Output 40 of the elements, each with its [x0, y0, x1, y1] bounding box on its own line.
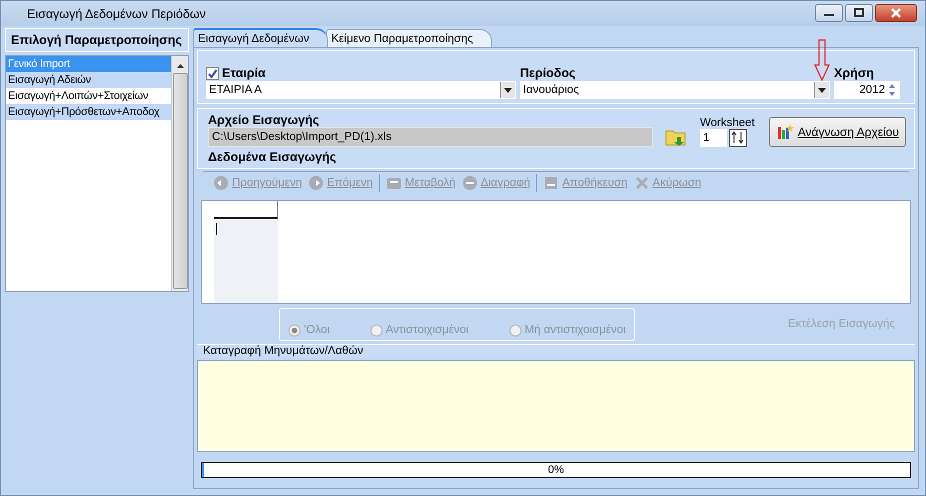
radio-icon: [508, 324, 522, 336]
maximize-button[interactable]: [845, 4, 873, 22]
list-item[interactable]: Εισαγωγή+Πρόσθετων+Αποδοχ: [6, 104, 171, 120]
cross-icon: [634, 175, 650, 191]
log-header: Καταγραφή Μηνυμάτων/Λαθών: [197, 344, 915, 358]
period-dropdown[interactable]: Ιανουάριος: [520, 81, 830, 99]
read-file-button[interactable]: Ανάγνωση Αρχείου: [768, 117, 906, 147]
close-button[interactable]: [875, 4, 917, 22]
progress-text: 0%: [548, 463, 564, 477]
dropdown-icon[interactable]: [504, 88, 512, 92]
save-icon: [543, 175, 560, 191]
tab[interactable]: Κείμενο Παραμετροποίησης: [326, 29, 492, 47]
scroll-up-icon[interactable]: [176, 63, 184, 69]
checkbox[interactable]: [206, 66, 219, 80]
minus-icon: [462, 175, 478, 191]
worksheet-field[interactable]: 1: [700, 129, 727, 147]
radio-icon: [288, 324, 301, 336]
edit-icon: [386, 175, 402, 191]
company-dropdown[interactable]: ΕΤΑΙΡΙΑ Α: [206, 81, 516, 99]
field-label: Αρχείο Εισαγωγής: [208, 113, 320, 127]
scrollbar[interactable]: [171, 56, 188, 291]
dropdown-icon[interactable]: [818, 88, 826, 92]
tab[interactable]: Εισαγωγή Δεδομένων: [193, 28, 328, 47]
minimize-button[interactable]: [815, 4, 843, 22]
panel-header: Επιλογή Παραμετροποίησης: [5, 28, 189, 52]
radio-icon: [370, 324, 383, 336]
list-item[interactable]: Εισαγωγή Αδειών: [6, 72, 171, 88]
sort-icon[interactable]: [729, 129, 747, 147]
field-label: Περίοδος: [520, 66, 577, 80]
chart-icon: [776, 123, 794, 141]
field-label: Εταιρία: [222, 66, 266, 80]
window-title: Εισαγωγή Δεδομένων Περιόδων: [27, 6, 206, 20]
year-spinner[interactable]: 2012: [834, 81, 900, 99]
section-label: Δεδομένα Εισαγωγής: [208, 150, 338, 164]
field-label: Worksheet: [700, 117, 755, 129]
field-label: Χρήση: [834, 66, 875, 80]
close-icon: [890, 8, 902, 18]
down-arrow-icon: [814, 39, 830, 81]
file-path-field[interactable]: C:\Users\Desktop\Import_PD(1).xls: [208, 127, 653, 147]
maximize-icon: [853, 8, 865, 18]
